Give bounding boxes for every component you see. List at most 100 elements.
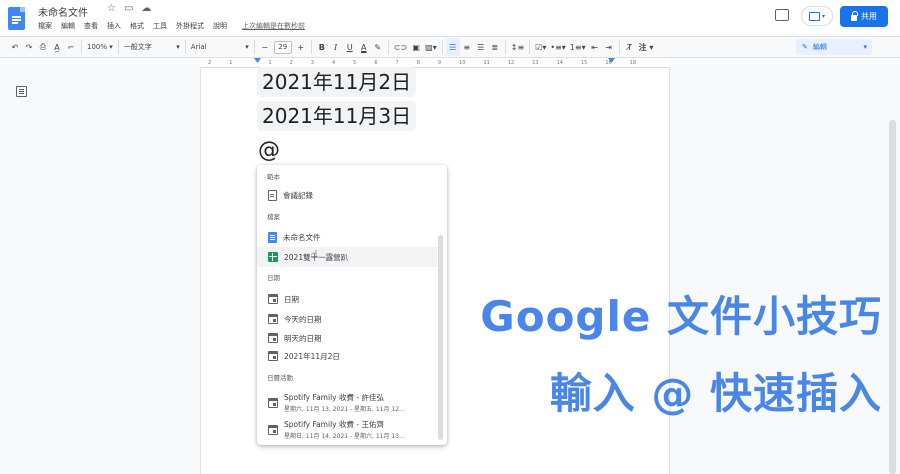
editing-mode-label: 編輯 [812,43,827,51]
present-button[interactable]: ▾ [801,6,833,26]
ruler-label: 9 [437,60,442,66]
menu-item-today[interactable]: 今天的日期 [257,309,437,329]
smart-chip-menu: 範本 會議記錄 檔案 未命名文件 2021雙十一露營趴 日期 日期 今天的日期 … [257,165,447,445]
menu-format[interactable]: 格式 [130,21,144,31]
document-icon [268,189,277,201]
hand-cursor-icon: ☝ [311,248,318,261]
decrease-indent-icon[interactable]: ⇤ [588,38,602,56]
spellcheck-icon[interactable]: A̲ [50,38,64,56]
style-select[interactable]: 一般文字 ▾ [122,38,182,56]
ruler-label: 7 [395,60,399,66]
ruler-label: 12 [507,60,515,66]
link-icon[interactable]: ⊂⊃ [392,38,409,56]
align-right-icon[interactable]: ☰ [474,38,488,56]
calendar-icon [268,351,278,361]
menu-view[interactable]: 查看 [84,21,98,31]
print-icon[interactable]: ⎙ [36,38,50,56]
menu-item-date[interactable]: 日期 [257,289,437,309]
insert-image-icon[interactable]: ▨▾ [423,38,439,56]
toolbar-divider [441,40,443,54]
last-edit-link[interactable]: 上次編輯是在數秒前 [242,21,305,31]
annotation-icon[interactable]: 注 ▾ [637,38,656,56]
formatting-toolbar: ↶ ↷ ⎙ A̲ ⌐ 100% ▾ 一般文字 ▾ Arial ▾ − 29 + B … [0,36,900,58]
title-icons: ☆ ▭ ☁ [107,3,151,14]
ruler-label: 14 [556,60,563,66]
toolbar-divider [81,40,82,54]
align-justify-icon[interactable]: ≣ [488,38,502,56]
page-scrollbar[interactable] [889,120,896,474]
bold-icon[interactable]: B [315,38,329,56]
ruler-label: 2 [289,60,293,66]
ruler-label: 5 [353,60,357,66]
paint-format-icon[interactable]: ⌐ [64,38,78,56]
menu-item-date-value[interactable]: 2021年11月2日 [257,346,437,366]
menu-scrollbar[interactable] [438,235,443,440]
ruler-label: 6 [374,60,378,66]
toolbar-divider [253,40,255,54]
menu-addons[interactable]: 外掛程式 [176,21,204,31]
toolbar-divider [310,40,312,54]
decrease-font-size-button[interactable]: − [258,38,272,56]
redo-icon[interactable]: ↷ [22,38,36,56]
ruler-label: 1 [229,60,233,66]
doc-title[interactable]: 未命名文件 [38,4,88,19]
menu-file[interactable]: 檔案 [38,21,52,31]
section-calendar-label: 日曆活動 [267,374,293,382]
date-chip[interactable]: 2021年11月2日 [257,67,417,97]
editing-mode-select[interactable]: ✎ 編輯 ▾ [796,39,872,55]
menu-bar: 檔案 編輯 查看 插入 格式 工具 外掛程式 說明 上次編輯是在數秒前 [38,21,305,31]
font-select[interactable]: Arial ▾ [189,38,251,56]
star-icon[interactable]: ☆ [107,3,116,14]
menu-item-event[interactable]: Spotify Family 收費 - 王佑齊 星期日, 11月 14, 202… [257,416,437,442]
increase-font-size-button[interactable]: + [294,38,308,56]
align-center-icon[interactable]: ≡ [460,38,474,56]
move-folder-icon[interactable]: ▭ [124,3,133,14]
ruler-label: 3 [310,60,314,66]
menu-tools[interactable]: 工具 [153,21,167,31]
comment-add-icon[interactable]: ▣ [409,38,423,56]
menu-insert[interactable]: 插入 [107,21,121,31]
menu-edit[interactable]: 編輯 [61,21,75,31]
section-dates-label: 日期 [267,274,280,282]
pencil-icon: ✎ [802,43,808,51]
clear-formatting-icon[interactable]: T̸ [623,38,637,56]
chevron-down-icon: ▾ [863,43,867,51]
comment-history-icon[interactable] [775,9,789,21]
underline-icon[interactable]: U [343,38,357,56]
menu-item-untitled-doc[interactable]: 未命名文件 [257,227,437,247]
calendar-icon [268,425,278,435]
undo-icon[interactable]: ↶ [8,38,22,56]
share-button[interactable]: 共用 [840,6,888,27]
text-color-icon[interactable]: A [357,38,371,56]
document-outline-icon[interactable] [16,86,27,97]
toolbar-divider [387,40,389,54]
menu-item-tomorrow[interactable]: 明天的日期 [257,328,437,348]
google-docs-logo-icon[interactable] [8,7,25,30]
ruler-label: 8 [416,60,420,66]
line-spacing-icon[interactable]: ↕≡ [509,38,526,56]
at-mention-text: @ [258,138,280,163]
increase-indent-icon[interactable]: ⇥ [602,38,616,56]
zoom-select[interactable]: 100% ▾ [85,38,115,56]
lock-icon [851,10,858,21]
menu-item-sheet-file[interactable]: 2021雙十一露營趴 [257,247,437,267]
ruler-label: 18 [629,60,637,66]
menu-help[interactable]: 說明 [213,21,227,31]
italic-icon[interactable]: I [329,38,343,56]
menu-item-meeting-notes[interactable]: 會議記錄 [257,185,437,205]
bulleted-list-icon[interactable]: •≡▾ [548,38,567,56]
date-chip[interactable]: 2021年11月3日 [257,101,417,131]
ruler-label: 1 [268,60,272,66]
ruler-label: 13 [532,60,539,66]
highlight-icon[interactable]: ✎ [371,38,385,56]
checklist-icon[interactable]: ☑▾ [533,38,548,56]
font-size-field[interactable]: 29 [272,38,294,56]
toolbar-divider [184,40,186,54]
google-docs-icon [268,231,277,243]
overlay-subtitle: 輸入 @ 快速插入 [549,369,882,418]
cloud-status-icon[interactable]: ☁ [141,3,151,14]
numbered-list-icon[interactable]: 1≡▾ [568,38,588,56]
toolbar-divider [618,40,620,54]
align-left-icon[interactable]: ☰ [445,38,460,56]
menu-item-event[interactable]: Spotify Family 收費 - 許佳弘 星期六, 11月 13, 202… [257,389,437,415]
